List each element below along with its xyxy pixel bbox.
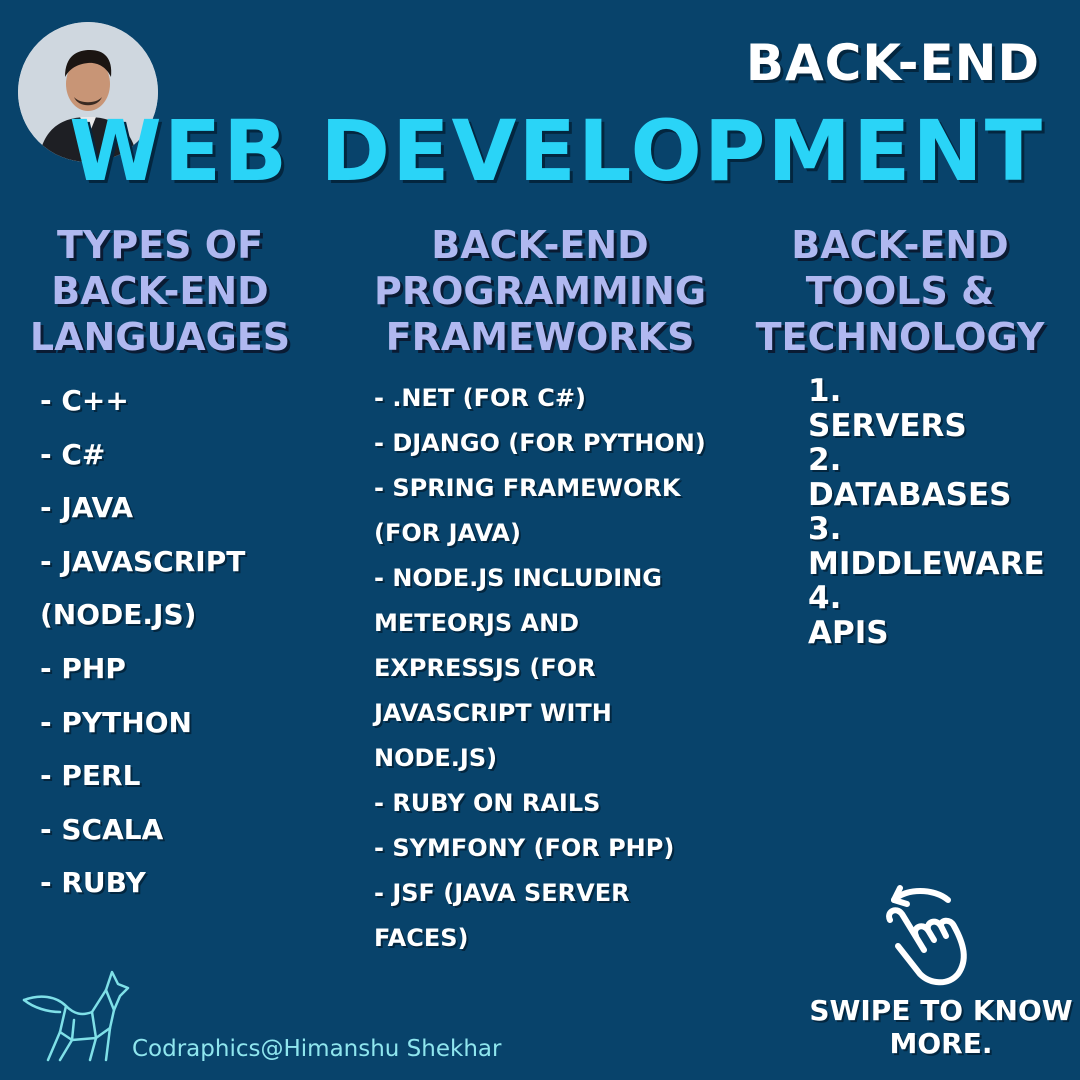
list-item: SERVERS: [808, 407, 967, 444]
list-item: 4.: [808, 580, 842, 616]
list-item: - SYMFONY (FOR PHP): [374, 834, 675, 862]
list-item: - NODE.JS INCLUDING METEORJS AND EXPRESS…: [374, 564, 662, 772]
list-item: - SCALA: [40, 812, 164, 846]
list-item: - RUBY: [40, 866, 146, 900]
list-item: 3.: [808, 511, 842, 547]
list-item: 2.: [808, 442, 842, 478]
list-item: - PHP: [40, 651, 126, 685]
swipe-prompt: SWIPE TO KNOW MORE.: [809, 994, 1073, 1060]
column-heading-tools: BACK-END TOOLS & TECHNOLOGY: [755, 223, 1045, 359]
header-subtitle: BACK-END: [745, 34, 1040, 92]
list-item: MIDDLEWARE: [808, 545, 1045, 582]
tools-list: 1. SERVERS 2. DATABASES 3. MIDDLEWARE 4.…: [808, 374, 1068, 650]
list-item: - .NET (FOR C#): [374, 384, 586, 412]
list-item: - RUBY ON RAILS: [374, 789, 601, 817]
languages-list: - C++ - C# - JAVA - JAVASCRIPT (NODE.JS)…: [40, 374, 340, 910]
column-heading-languages: TYPES OF BACK-END LANGUAGES: [29, 223, 291, 359]
list-item: - PYTHON: [40, 705, 192, 739]
list-item: - JSF (JAVA SERVER FACES): [374, 879, 630, 952]
list-item: - JAVA: [40, 491, 133, 525]
list-item: - DJANGO (FOR PYTHON): [374, 429, 706, 457]
list-item: DATABASES: [808, 476, 1012, 513]
list-item: 1.: [808, 373, 842, 409]
list-item: - PERL: [40, 759, 141, 793]
column-heading-frameworks: BACK-END PROGRAMMING FRAMEWORKS: [373, 223, 707, 359]
fox-logo-icon: [20, 966, 138, 1066]
list-item: - C++: [40, 384, 129, 417]
list-item: - C#: [40, 437, 106, 471]
frameworks-list: - .NET (FOR C#) - DJANGO (FOR PYTHON) - …: [374, 376, 714, 961]
author-credit: Codraphics@Himanshu Shekhar: [132, 1036, 502, 1062]
page-title: WEB DEVELOPMENT: [69, 102, 1044, 200]
list-item: APIS: [808, 614, 889, 651]
list-item: - SPRING FRAMEWORK (FOR JAVA): [374, 474, 681, 547]
swipe-hand-icon: [876, 880, 976, 990]
list-item: - JAVASCRIPT (NODE.JS): [40, 544, 246, 632]
